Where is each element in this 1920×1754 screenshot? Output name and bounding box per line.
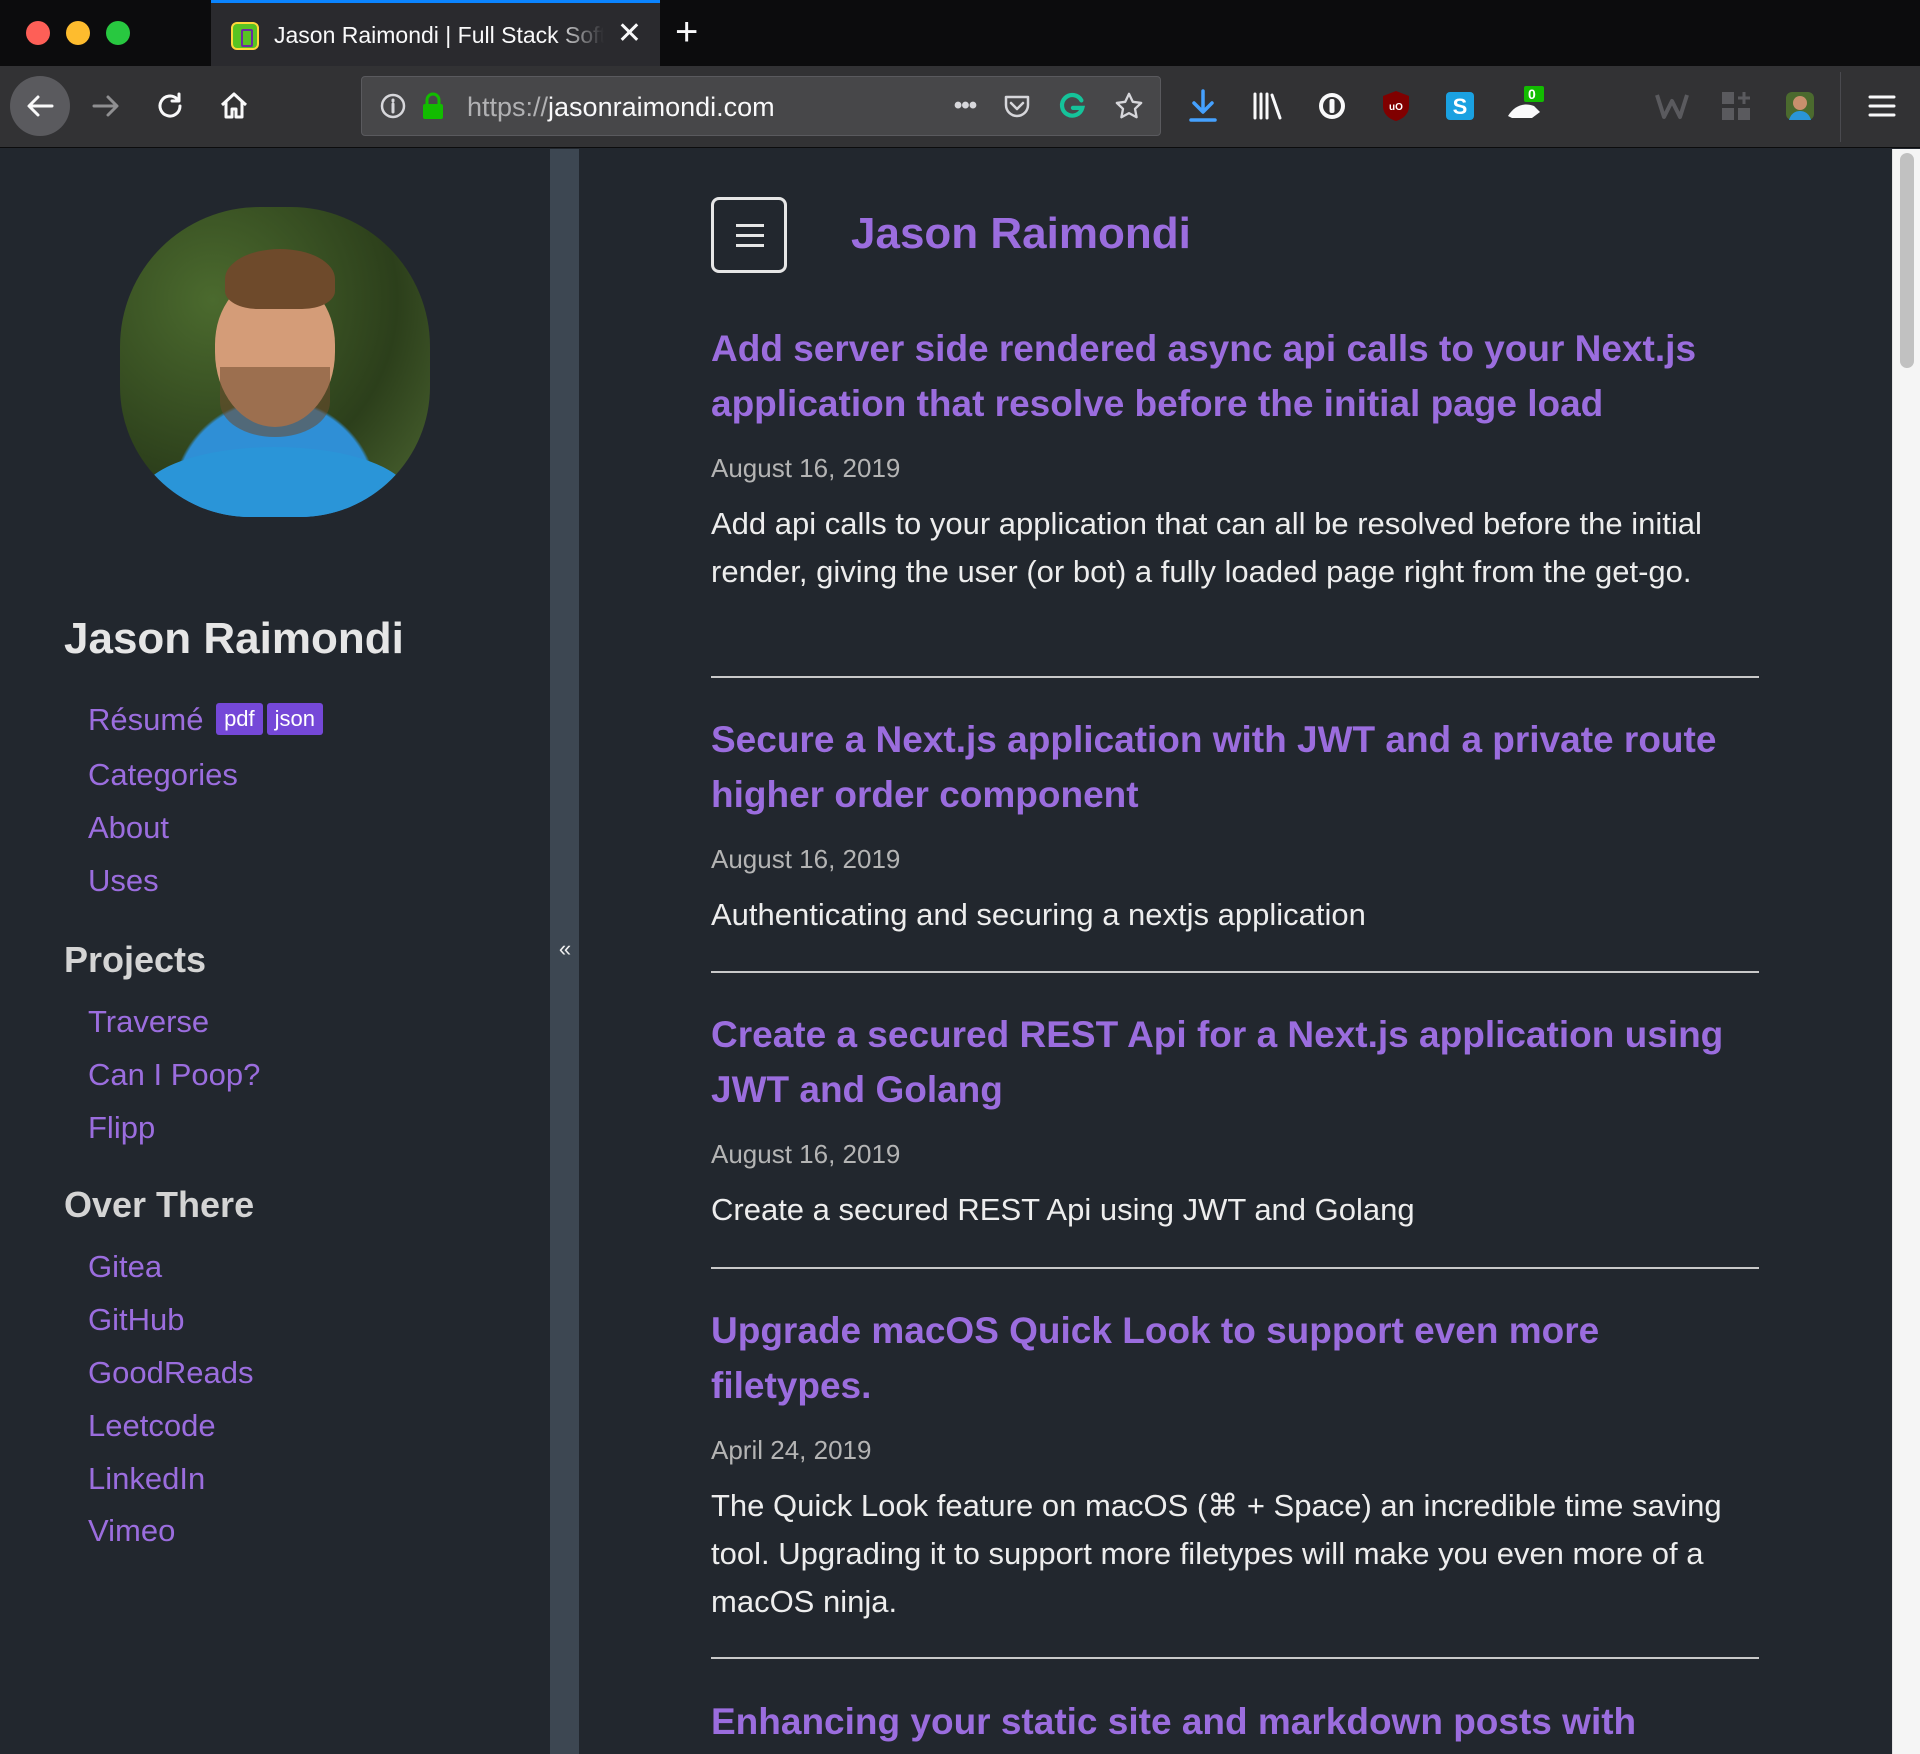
close-window-button[interactable]: [26, 21, 50, 45]
post-item: Add server side rendered async api calls…: [711, 321, 1761, 596]
over-there-heading: Over There: [64, 1184, 255, 1225]
ublock-icon[interactable]: uO: [1376, 86, 1416, 126]
library-icon[interactable]: [1248, 86, 1288, 126]
zoom-window-button[interactable]: [106, 21, 130, 45]
post-date: August 16, 2019: [711, 1139, 901, 1169]
wappalyzer-icon[interactable]: [1652, 86, 1692, 126]
post-title[interactable]: Add server side rendered async api calls…: [711, 321, 1761, 431]
sidebar-item-about[interactable]: About: [88, 810, 169, 846]
post-description: Create a secured REST Api using JWT and …: [711, 1192, 1415, 1227]
skype-icon[interactable]: S: [1440, 86, 1480, 126]
active-tab[interactable]: Jason Raimondi | Full Stack Software Dev…: [211, 0, 660, 66]
site-title[interactable]: Jason Raimondi: [851, 209, 1191, 259]
bookmark-star-icon[interactable]: [1114, 91, 1144, 121]
projects-heading: Projects: [64, 939, 207, 980]
hamburger-menu-icon[interactable]: [1862, 86, 1902, 126]
post-title[interactable]: Create a secured REST Api for a Next.js …: [711, 1007, 1761, 1117]
sidebar: Jason Raimondi Résumé pdf json Categories…: [0, 149, 550, 1754]
pocket-icon[interactable]: [1002, 91, 1032, 121]
post-divider: [711, 1657, 1759, 1659]
sidebar-item-traverse[interactable]: Traverse: [88, 1004, 209, 1040]
resume-pdf-badge[interactable]: pdf: [216, 703, 263, 735]
collapse-sidebar-icon[interactable]: «: [552, 936, 578, 962]
menu-button[interactable]: [711, 197, 787, 273]
avatar: [120, 207, 430, 517]
sidebar-item-goodreads[interactable]: GoodReads: [88, 1355, 253, 1391]
post-title[interactable]: Secure a Next.js application with JWT an…: [711, 712, 1761, 822]
resume-link[interactable]: Résumé: [88, 702, 203, 737]
downloads-icon[interactable]: [1183, 86, 1223, 126]
page-scrollbar[interactable]: [1892, 149, 1920, 1754]
main-content: Jason Raimondi Add server side rendered …: [579, 149, 1892, 1754]
browser-toolbar: https://jasonraimondi.com ••• uO S 0: [0, 66, 1920, 148]
info-icon[interactable]: [378, 91, 408, 121]
sidebar-item-resume: Résumé pdf json: [88, 702, 324, 738]
post-description: Add api calls to your application that c…: [711, 506, 1702, 589]
url-bar[interactable]: https://jasonraimondi.com •••: [361, 76, 1161, 136]
post-date: April 24, 2019: [711, 1435, 872, 1465]
resume-json-badge[interactable]: json: [266, 703, 324, 735]
post-item: Upgrade macOS Quick Look to support even…: [711, 1303, 1761, 1626]
scrollbar-thumb[interactable]: [1900, 153, 1914, 368]
close-tab-icon[interactable]: ✕: [617, 17, 642, 51]
post-description: Authenticating and securing a nextjs app…: [711, 897, 1366, 932]
forward-button[interactable]: [78, 78, 134, 134]
grammarly-icon[interactable]: [1057, 91, 1087, 121]
svg-text:S: S: [1453, 94, 1468, 119]
home-button[interactable]: [206, 78, 262, 134]
post-divider: [711, 1267, 1759, 1269]
lock-icon[interactable]: [418, 91, 448, 121]
home-icon: [220, 92, 248, 119]
reload-icon: [158, 92, 182, 118]
sidebar-item-flipp[interactable]: Flipp: [88, 1110, 155, 1146]
post-title[interactable]: Enhancing your static site and markdown …: [711, 1694, 1761, 1749]
profile-avatar-icon[interactable]: [1780, 86, 1820, 126]
sidebar-item-gitea[interactable]: Gitea: [88, 1249, 162, 1285]
post-divider: [711, 676, 1759, 678]
minimize-window-button[interactable]: [66, 21, 90, 45]
post-title[interactable]: Upgrade macOS Quick Look to support even…: [711, 1303, 1761, 1413]
sidebar-item-linkedin[interactable]: LinkedIn: [88, 1461, 205, 1497]
favicon-icon: [231, 22, 259, 50]
sidebar-item-uses[interactable]: Uses: [88, 863, 159, 899]
tab-title: Jason Raimondi | Full Stack Software Dev…: [274, 22, 604, 48]
reload-button[interactable]: [142, 78, 198, 134]
page-actions-icon[interactable]: •••: [945, 91, 985, 121]
url-text: https://jasonraimondi.com: [467, 92, 775, 122]
svg-text:uO: uO: [1389, 102, 1403, 113]
post-date: August 16, 2019: [711, 844, 901, 874]
post-item: Enhancing your static site and markdown …: [711, 1694, 1761, 1749]
back-button[interactable]: [10, 76, 70, 136]
forward-arrow-icon: [92, 95, 119, 117]
sidebar-item-leetcode[interactable]: Leetcode: [88, 1408, 216, 1444]
extension-badge: 0: [1528, 86, 1536, 102]
post-description: The Quick Look feature on macOS (⌘ + Spa…: [711, 1488, 1722, 1619]
post-divider: [711, 971, 1759, 973]
post-item: Secure a Next.js application with JWT an…: [711, 712, 1761, 939]
toolbar-separator: [1840, 72, 1841, 142]
sidebar-item-vimeo[interactable]: Vimeo: [88, 1513, 175, 1549]
grid-extension-icon[interactable]: [1716, 86, 1756, 126]
new-tab-button[interactable]: +: [675, 10, 698, 54]
sidebar-name: Jason Raimondi: [64, 614, 404, 663]
post-item: Create a secured REST Api for a Next.js …: [711, 1007, 1761, 1234]
post-date: August 16, 2019: [711, 453, 901, 483]
sidebar-item-categories[interactable]: Categories: [88, 757, 238, 793]
back-arrow-icon: [27, 95, 54, 117]
extension-counter-icon[interactable]: 0: [1504, 86, 1544, 126]
browser-tab-bar: Jason Raimondi | Full Stack Software Dev…: [0, 0, 1920, 66]
password-manager-icon[interactable]: [1312, 86, 1352, 126]
sidebar-item-github[interactable]: GitHub: [88, 1302, 184, 1338]
sidebar-item-can-i-poop[interactable]: Can I Poop?: [88, 1057, 260, 1093]
